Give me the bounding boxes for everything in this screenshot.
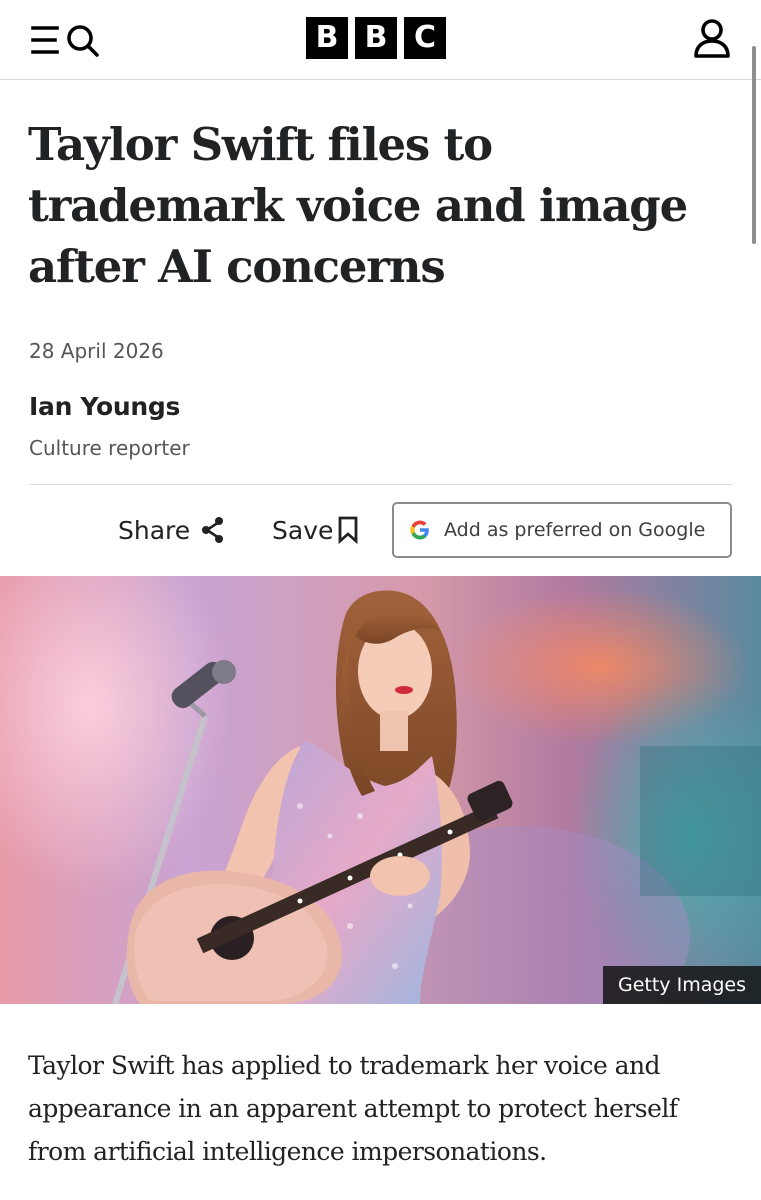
top-navigation-bar: B B C	[0, 0, 761, 80]
lead-paragraph: Taylor Swift has applied to trademark he…	[28, 1051, 678, 1166]
menu-search-button[interactable]	[30, 22, 104, 60]
save-label: Save	[272, 515, 334, 545]
byline-divider	[29, 484, 732, 485]
user-account-icon	[694, 19, 730, 58]
logo-letter-2: B	[355, 17, 397, 59]
logo-letter-3: C	[404, 17, 446, 59]
performer-photo	[0, 576, 761, 1004]
search-icon	[67, 25, 99, 57]
bookmark-icon	[338, 516, 358, 544]
add-preferred-google-button[interactable]: Add as preferred on Google	[392, 502, 732, 558]
google-logo-icon	[410, 520, 429, 540]
account-button[interactable]	[692, 18, 732, 60]
bbc-logo[interactable]: B B C	[306, 17, 446, 59]
google-button-label: Add as preferred on Google	[444, 519, 706, 541]
hamburger-menu-icon	[31, 26, 59, 54]
author-name[interactable]: Ian Youngs	[29, 392, 180, 421]
share-icon	[202, 517, 224, 543]
author-role: Culture reporter	[29, 436, 190, 460]
share-button[interactable]: Share	[118, 510, 226, 550]
article-date: 28 April 2026	[29, 339, 164, 363]
scrollbar[interactable]	[752, 46, 756, 244]
logo-letter-1: B	[306, 17, 348, 59]
save-button[interactable]: Save	[272, 510, 359, 550]
hero-image[interactable]: Getty Images	[0, 576, 761, 1004]
share-label: Share	[118, 515, 191, 545]
article-headline: Taylor Swift files to trademark voice an…	[28, 118, 688, 293]
image-credit: Getty Images	[603, 966, 761, 1004]
